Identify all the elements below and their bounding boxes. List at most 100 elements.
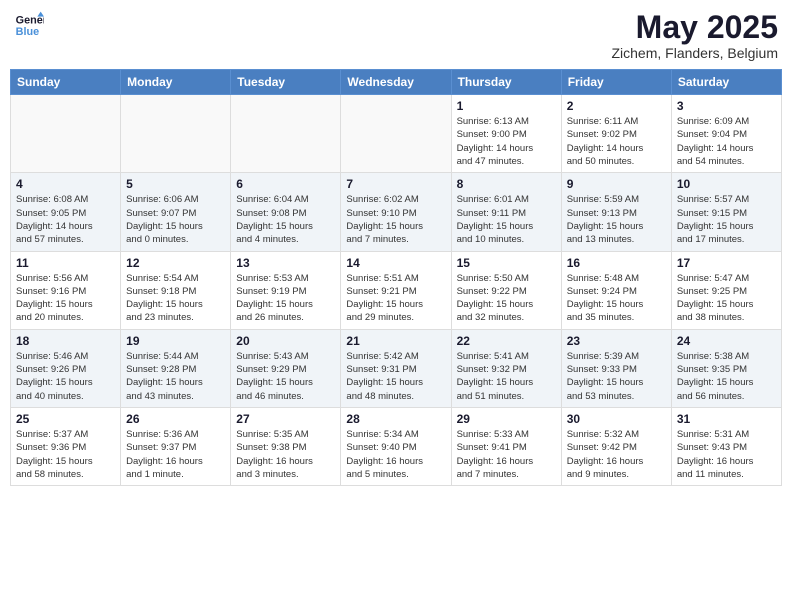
day-info: Sunrise: 5:34 AM Sunset: 9:40 PM Dayligh… (346, 428, 445, 481)
day-number: 10 (677, 177, 776, 191)
day-number: 1 (457, 99, 556, 113)
day-number: 28 (346, 412, 445, 426)
calendar-cell: 6 Sunrise: 6:04 AM Sunset: 9:08 PM Daylig… (231, 173, 341, 251)
calendar-cell: 8Sunrise: 6:01 AM Sunset: 9:11 PM Daylig… (451, 173, 561, 251)
day-info: Sunrise: 5:42 AM Sunset: 9:31 PM Dayligh… (346, 350, 445, 403)
day-info: Sunrise: 6:11 AM Sunset: 9:02 PM Dayligh… (567, 115, 666, 168)
day-number: 20 (236, 334, 335, 348)
day-number: 21 (346, 334, 445, 348)
calendar-cell: 2 Sunrise: 6:11 AM Sunset: 9:02 PM Daylig… (561, 95, 671, 173)
day-number: 3 (677, 99, 776, 113)
calendar-cell: 26 Sunrise: 5:36 AM Sunset: 9:37 PM Dayli… (121, 407, 231, 485)
calendar-week-row: 25 Sunrise: 5:37 AM Sunset: 9:36 PM Dayli… (11, 407, 782, 485)
day-info: Sunrise: 5:46 AM Sunset: 9:26 PM Dayligh… (16, 350, 115, 403)
column-header-tuesday: Tuesday (231, 70, 341, 95)
calendar-week-row: 11Sunrise: 5:56 AM Sunset: 9:16 PM Dayli… (11, 251, 782, 329)
day-info: Sunrise: 5:53 AM Sunset: 9:19 PM Dayligh… (236, 272, 335, 325)
day-info: Sunrise: 5:47 AM Sunset: 9:25 PM Dayligh… (677, 272, 776, 325)
day-number: 4 (16, 177, 115, 191)
day-info: Sunrise: 5:39 AM Sunset: 9:33 PM Dayligh… (567, 350, 666, 403)
day-info: Sunrise: 5:59 AM Sunset: 9:13 PM Dayligh… (567, 193, 666, 246)
day-info: Sunrise: 5:33 AM Sunset: 9:41 PM Dayligh… (457, 428, 556, 481)
calendar-header-row: SundayMondayTuesdayWednesdayThursdayFrid… (11, 70, 782, 95)
day-info: Sunrise: 6:13 AM Sunset: 9:00 PM Dayligh… (457, 115, 556, 168)
calendar-cell: 29 Sunrise: 5:33 AM Sunset: 9:41 PM Dayli… (451, 407, 561, 485)
calendar-week-row: 1 Sunrise: 6:13 AM Sunset: 9:00 PM Daylig… (11, 95, 782, 173)
day-number: 19 (126, 334, 225, 348)
location-subtitle: Zichem, Flanders, Belgium (611, 45, 778, 61)
day-info: Sunrise: 5:36 AM Sunset: 9:37 PM Dayligh… (126, 428, 225, 481)
calendar-cell: 12 Sunrise: 5:54 AM Sunset: 9:18 PM Dayli… (121, 251, 231, 329)
day-info: Sunrise: 6:02 AM Sunset: 9:10 PM Dayligh… (346, 193, 445, 246)
calendar-cell: 30 Sunrise: 5:32 AM Sunset: 9:42 PM Dayli… (561, 407, 671, 485)
day-number: 29 (457, 412, 556, 426)
calendar-cell: 11Sunrise: 5:56 AM Sunset: 9:16 PM Dayli… (11, 251, 121, 329)
logo-icon: General Blue (14, 10, 44, 40)
calendar-cell: 18 Sunrise: 5:46 AM Sunset: 9:26 PM Dayli… (11, 329, 121, 407)
calendar-cell: 5 Sunrise: 6:06 AM Sunset: 9:07 PM Daylig… (121, 173, 231, 251)
day-info: Sunrise: 6:04 AM Sunset: 9:08 PM Dayligh… (236, 193, 335, 246)
day-number: 9 (567, 177, 666, 191)
page-header: General Blue May 2025 Zichem, Flanders, … (10, 10, 782, 61)
day-info: Sunrise: 6:09 AM Sunset: 9:04 PM Dayligh… (677, 115, 776, 168)
day-number: 25 (16, 412, 115, 426)
calendar-cell (11, 95, 121, 173)
calendar-cell: 24 Sunrise: 5:38 AM Sunset: 9:35 PM Dayli… (671, 329, 781, 407)
column-header-thursday: Thursday (451, 70, 561, 95)
column-header-wednesday: Wednesday (341, 70, 451, 95)
title-block: May 2025 Zichem, Flanders, Belgium (611, 10, 778, 61)
calendar-cell: 21 Sunrise: 5:42 AM Sunset: 9:31 PM Dayli… (341, 329, 451, 407)
svg-text:Blue: Blue (16, 26, 39, 38)
day-info: Sunrise: 5:48 AM Sunset: 9:24 PM Dayligh… (567, 272, 666, 325)
day-info: Sunrise: 5:37 AM Sunset: 9:36 PM Dayligh… (16, 428, 115, 481)
column-header-sunday: Sunday (11, 70, 121, 95)
day-number: 11 (16, 256, 115, 270)
day-number: 15 (457, 256, 556, 270)
day-info: Sunrise: 5:51 AM Sunset: 9:21 PM Dayligh… (346, 272, 445, 325)
day-number: 6 (236, 177, 335, 191)
day-number: 12 (126, 256, 225, 270)
day-number: 2 (567, 99, 666, 113)
day-info: Sunrise: 5:32 AM Sunset: 9:42 PM Dayligh… (567, 428, 666, 481)
column-header-friday: Friday (561, 70, 671, 95)
day-info: Sunrise: 6:06 AM Sunset: 9:07 PM Dayligh… (126, 193, 225, 246)
day-number: 14 (346, 256, 445, 270)
column-header-monday: Monday (121, 70, 231, 95)
day-number: 27 (236, 412, 335, 426)
calendar-cell: 27 Sunrise: 5:35 AM Sunset: 9:38 PM Dayli… (231, 407, 341, 485)
day-number: 18 (16, 334, 115, 348)
day-number: 17 (677, 256, 776, 270)
day-number: 23 (567, 334, 666, 348)
calendar-cell: 22Sunrise: 5:41 AM Sunset: 9:32 PM Dayli… (451, 329, 561, 407)
day-number: 8 (457, 177, 556, 191)
calendar-cell: 10 Sunrise: 5:57 AM Sunset: 9:15 PM Dayli… (671, 173, 781, 251)
calendar-cell: 14 Sunrise: 5:51 AM Sunset: 9:21 PM Dayli… (341, 251, 451, 329)
day-info: Sunrise: 6:08 AM Sunset: 9:05 PM Dayligh… (16, 193, 115, 246)
calendar-cell (231, 95, 341, 173)
day-number: 26 (126, 412, 225, 426)
calendar-table: SundayMondayTuesdayWednesdayThursdayFrid… (10, 69, 782, 486)
calendar-cell: 7 Sunrise: 6:02 AM Sunset: 9:10 PM Daylig… (341, 173, 451, 251)
calendar-cell: 31Sunrise: 5:31 AM Sunset: 9:43 PM Dayli… (671, 407, 781, 485)
day-info: Sunrise: 5:35 AM Sunset: 9:38 PM Dayligh… (236, 428, 335, 481)
calendar-cell: 3 Sunrise: 6:09 AM Sunset: 9:04 PM Daylig… (671, 95, 781, 173)
calendar-cell: 16Sunrise: 5:48 AM Sunset: 9:24 PM Dayli… (561, 251, 671, 329)
day-number: 22 (457, 334, 556, 348)
day-info: Sunrise: 5:54 AM Sunset: 9:18 PM Dayligh… (126, 272, 225, 325)
calendar-cell: 4 Sunrise: 6:08 AM Sunset: 9:05 PM Daylig… (11, 173, 121, 251)
column-header-saturday: Saturday (671, 70, 781, 95)
calendar-cell (121, 95, 231, 173)
calendar-cell: 1 Sunrise: 6:13 AM Sunset: 9:00 PM Daylig… (451, 95, 561, 173)
day-number: 7 (346, 177, 445, 191)
calendar-cell: 25 Sunrise: 5:37 AM Sunset: 9:36 PM Dayli… (11, 407, 121, 485)
day-number: 5 (126, 177, 225, 191)
day-number: 30 (567, 412, 666, 426)
calendar-cell: 13Sunrise: 5:53 AM Sunset: 9:19 PM Dayli… (231, 251, 341, 329)
day-number: 24 (677, 334, 776, 348)
calendar-cell: 28 Sunrise: 5:34 AM Sunset: 9:40 PM Dayli… (341, 407, 451, 485)
day-info: Sunrise: 5:57 AM Sunset: 9:15 PM Dayligh… (677, 193, 776, 246)
day-info: Sunrise: 5:38 AM Sunset: 9:35 PM Dayligh… (677, 350, 776, 403)
calendar-week-row: 18 Sunrise: 5:46 AM Sunset: 9:26 PM Dayli… (11, 329, 782, 407)
calendar-cell: 20Sunrise: 5:43 AM Sunset: 9:29 PM Dayli… (231, 329, 341, 407)
calendar-cell: 9 Sunrise: 5:59 AM Sunset: 9:13 PM Daylig… (561, 173, 671, 251)
